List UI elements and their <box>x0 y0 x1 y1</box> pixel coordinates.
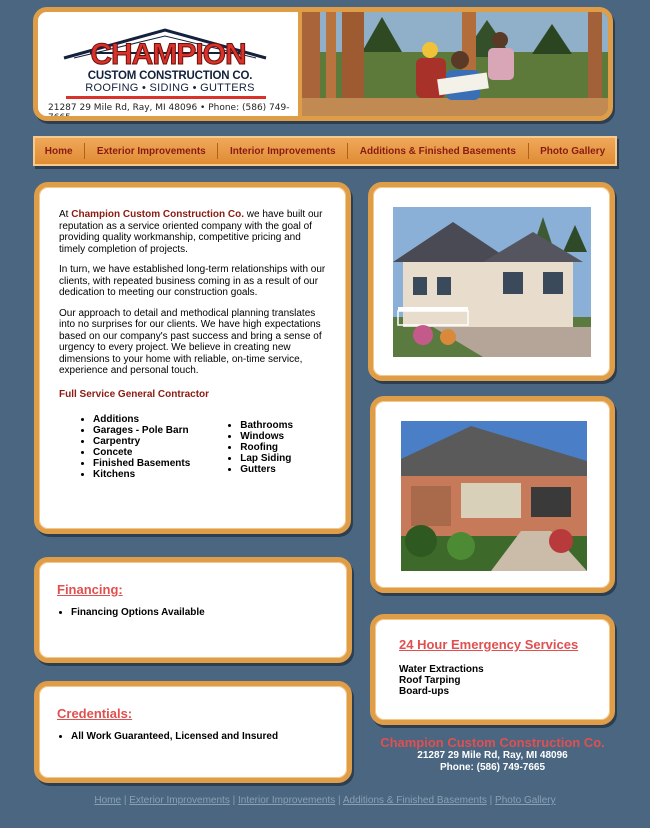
financing-panel: Financing: Financing Options Available <box>34 557 352 663</box>
footer-link-interior[interactable]: Interior Improvements <box>238 795 335 806</box>
service-item: Additions <box>93 414 190 425</box>
main-navigation: Home Exterior Improvements Interior Impr… <box>33 136 617 166</box>
credentials-list: All Work Guaranteed, Licensed and Insure… <box>57 731 329 743</box>
logo-subtitle: CUSTOM CONSTRUCTION CO. <box>87 70 253 82</box>
header-banner: CHAMPION CUSTOM CONSTRUCTION CO. ROOFING… <box>33 7 613 121</box>
contact-address: 21287 29 Mile Rd, Ray, MI 48096 <box>417 750 568 761</box>
company-logo[interactable]: CHAMPION CUSTOM CONSTRUCTION CO. ROOFING… <box>38 12 298 116</box>
relationships-paragraph: In turn, we have established long-term r… <box>59 264 326 298</box>
list-item: Roof Tarping <box>399 675 461 686</box>
credentials-panel: Credentials: All Work Guaranteed, Licens… <box>34 681 352 783</box>
service-item: Concete <box>93 447 190 458</box>
footer-separator: | <box>338 795 341 806</box>
credentials-heading: Credentials: <box>57 706 133 721</box>
service-item: Roofing <box>240 442 293 453</box>
service-item: Carpentry <box>93 436 190 447</box>
contact-block: Champion Custom Construction Co. 21287 2… <box>370 735 615 774</box>
house-photo-panel-1 <box>368 182 615 381</box>
house-photo-panel-2 <box>370 396 615 593</box>
footer-separator: | <box>489 795 493 806</box>
services-column-1: AdditionsGarages - Pole BarnCarpentryCon… <box>59 414 190 480</box>
footer-link-home[interactable]: Home <box>94 795 121 806</box>
footer-link-additions[interactable]: Additions & Finished Basements <box>343 795 487 806</box>
intro-prefix: At <box>59 209 72 220</box>
house-photo-1 <box>393 207 591 357</box>
nav-separator <box>527 143 529 159</box>
footer-navigation: Home | Exterior Improvements | Interior … <box>0 795 650 806</box>
service-item: Garages - Pole Barn <box>93 425 190 436</box>
services-heading: Full Service General Contractor <box>59 388 210 400</box>
list-item: All Work Guaranteed, Licensed and Insure… <box>71 731 329 743</box>
nav-separator <box>347 143 349 159</box>
logo-underline <box>66 96 266 99</box>
nav-separator <box>84 143 86 159</box>
emergency-panel: 24 Hour Emergency Services Water Extract… <box>370 614 615 725</box>
contact-phone: Phone: (586) 749-7665 <box>439 762 546 773</box>
logo-title: CHAMPION <box>90 38 247 72</box>
company-name-highlight: Champion Custom Construction Co. <box>71 209 245 220</box>
intro-paragraph: At Champion Custom Construction Co. we h… <box>59 209 326 255</box>
service-item: Kitchens <box>93 469 190 480</box>
list-item: Financing Options Available <box>71 607 329 619</box>
nav-interior-improvements[interactable]: Interior Improvements <box>222 146 344 157</box>
contact-company-name: Champion Custom Construction Co. <box>380 735 605 750</box>
footer-separator: | <box>232 795 236 806</box>
nav-home[interactable]: Home <box>37 146 81 157</box>
service-item: Lap Siding <box>240 453 293 464</box>
service-item: Finished Basements <box>93 458 190 469</box>
nav-separator <box>217 143 219 159</box>
list-item: Water Extractions <box>399 664 484 675</box>
nav-photo-gallery[interactable]: Photo Gallery <box>532 146 613 157</box>
about-panel: At Champion Custom Construction Co. we h… <box>34 182 351 534</box>
nav-exterior-improvements[interactable]: Exterior Improvements <box>89 146 214 157</box>
services-list: AdditionsGarages - Pole BarnCarpentryCon… <box>59 414 326 480</box>
header-address: 21287 29 Mile Rd, Ray, MI 48096 • Phone:… <box>48 103 290 121</box>
house-photo-2 <box>401 421 587 571</box>
footer-separator: | <box>123 795 127 806</box>
logo-tagline: ROOFING • SIDING • GUTTERS <box>85 82 255 94</box>
footer-link-gallery[interactable]: Photo Gallery <box>495 795 556 806</box>
financing-heading: Financing: <box>57 582 123 597</box>
service-item: Windows <box>240 431 293 442</box>
service-item: Gutters <box>240 464 293 475</box>
financing-list: Financing Options Available <box>57 607 329 619</box>
service-item: Bathrooms <box>240 420 293 431</box>
emergency-heading: 24 Hour Emergency Services <box>399 637 579 652</box>
header-photo-contractors <box>298 12 608 116</box>
list-item: Board-ups <box>399 686 449 697</box>
services-column-2: BathroomsWindowsRoofingLap SidingGutters <box>190 420 293 480</box>
approach-paragraph: Our approach to detail and methodical pl… <box>59 307 322 377</box>
emergency-list: Water Extractions Roof Tarping Board-ups <box>399 664 586 697</box>
nav-additions-basements[interactable]: Additions & Finished Basements <box>352 146 524 157</box>
footer-link-exterior[interactable]: Exterior Improvements <box>129 795 230 806</box>
